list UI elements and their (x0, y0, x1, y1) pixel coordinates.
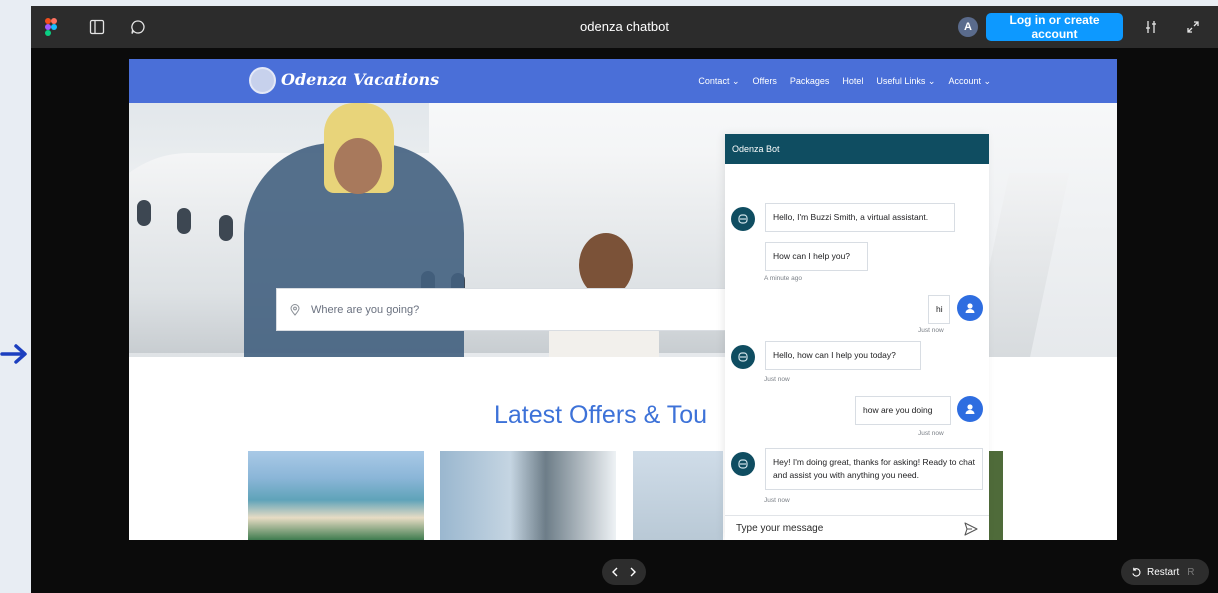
user-avatar-icon (957, 295, 983, 321)
comment-icon[interactable] (128, 17, 148, 37)
expand-icon[interactable] (1183, 17, 1203, 37)
chat-message-bot: Hello, I'm Buzzi Smith, a virtual assist… (765, 203, 955, 232)
settings-sliders-icon[interactable] (1141, 17, 1161, 37)
bot-avatar-icon (731, 452, 755, 476)
site-navbar: Odenza Vacations Contact ⌄ Offers Packag… (129, 59, 1117, 103)
nav-offers[interactable]: Offers (752, 76, 776, 86)
restart-label: Restart (1147, 566, 1180, 578)
offer-card-image[interactable] (248, 451, 424, 540)
chat-message-user: how are you doing (855, 396, 951, 425)
arrow-right-icon (0, 344, 27, 364)
offers-heading: Latest Offers & Tou (494, 401, 708, 429)
send-icon[interactable] (963, 521, 979, 537)
message-timestamp: Just now (764, 497, 790, 504)
offer-card-image[interactable] (633, 451, 723, 540)
offer-card-image[interactable] (440, 451, 616, 540)
prototype-navigation (602, 559, 646, 585)
chat-message-input[interactable]: Type your message (725, 515, 989, 540)
destination-search[interactable]: Where are you going? (276, 288, 726, 331)
location-pin-icon (283, 303, 307, 316)
message-timestamp: Just now (918, 327, 944, 334)
message-timestamp: Just now (918, 430, 944, 437)
chat-input-placeholder: Type your message (736, 523, 824, 534)
user-avatar[interactable]: A (958, 17, 978, 37)
figma-logo-icon[interactable] (41, 17, 61, 37)
logo-emblem[interactable] (249, 67, 276, 94)
restart-shortcut: R (1187, 566, 1195, 578)
search-placeholder: Where are you going? (311, 303, 420, 316)
chat-message-bot: How can I help you? (765, 242, 868, 271)
nav-useful-links[interactable]: Useful Links ⌄ (876, 76, 935, 87)
chevron-left-icon[interactable] (611, 567, 619, 577)
prototype-frame: Odenza Vacations Contact ⌄ Offers Packag… (129, 59, 1117, 540)
restart-button[interactable]: Restart R (1121, 559, 1209, 585)
nav-account[interactable]: Account ⌄ (948, 76, 991, 87)
user-avatar-icon (957, 396, 983, 422)
chat-message-bot: Hello, how can I help you today? (765, 341, 921, 370)
nav-links: Contact ⌄ Offers Packages Hotel Useful L… (698, 59, 991, 103)
chat-message-user: hi (928, 295, 950, 324)
restart-icon (1132, 567, 1141, 577)
message-timestamp: Just now (764, 376, 790, 383)
chatbot-window: Odenza Bot Hello, I'm Buzzi Smith, a vir… (725, 134, 989, 540)
chat-message-bot: Hey! I'm doing great, thanks for asking!… (765, 448, 983, 490)
site-logo-text[interactable]: Odenza Vacations (281, 70, 439, 89)
nav-hotel[interactable]: Hotel (842, 76, 863, 86)
chat-header: Odenza Bot (725, 134, 989, 164)
viewer-toolbar: odenza chatbot A Log in or create accoun… (31, 6, 1218, 48)
prototype-viewer: odenza chatbot A Log in or create accoun… (31, 6, 1218, 593)
nav-contact[interactable]: Contact ⌄ (698, 76, 739, 87)
login-button[interactable]: Log in or create account (986, 13, 1123, 41)
bot-avatar-icon (731, 207, 755, 231)
message-timestamp: A minute ago (764, 275, 802, 282)
nav-packages[interactable]: Packages (790, 76, 830, 86)
chevron-right-icon[interactable] (629, 567, 637, 577)
bot-avatar-icon (731, 345, 755, 369)
sidebar-panel-icon[interactable] (87, 17, 107, 37)
